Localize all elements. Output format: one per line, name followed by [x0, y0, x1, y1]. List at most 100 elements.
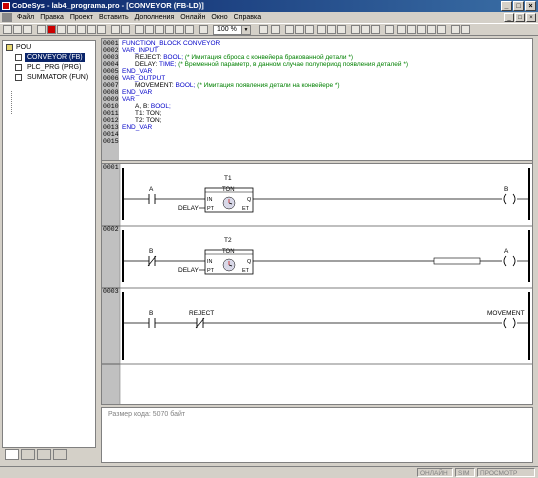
- help-icon[interactable]: [461, 25, 470, 34]
- pin-label: PT: [207, 268, 215, 274]
- maximize-button[interactable]: □: [513, 1, 524, 11]
- line-number: 0009: [103, 96, 119, 103]
- pin-label: PT: [207, 206, 215, 212]
- doc-minimize-button[interactable]: _: [504, 13, 514, 22]
- coil-movement: [503, 317, 516, 329]
- code-line: FUNCTION_BLOCK CONVEYOR: [122, 40, 221, 47]
- code-comment: (* Имитация сброса с конвейера бракованн…: [184, 54, 354, 61]
- cycle-icon[interactable]: [97, 25, 106, 34]
- menu-insert[interactable]: Вставить: [96, 12, 132, 23]
- line-numbers: 0001 0002 0003 0004 0005 0006 0007 0008 …: [102, 39, 119, 160]
- step-into-icon[interactable]: [87, 25, 96, 34]
- line-number: 0015: [103, 138, 119, 145]
- redo-icon[interactable]: [185, 25, 194, 34]
- run-icon[interactable]: [57, 25, 66, 34]
- return-icon[interactable]: [337, 25, 346, 34]
- tab-visualizations-icon[interactable]: [37, 449, 51, 460]
- line-number: 0005: [103, 68, 119, 75]
- tab-pous-icon[interactable]: [5, 449, 19, 460]
- status-sim: SIM: [455, 468, 475, 477]
- box-icon[interactable]: [417, 25, 426, 34]
- code-line: A, B: BOOL;: [135, 103, 171, 110]
- tree-root-pou[interactable]: POU: [16, 43, 31, 52]
- output-icon[interactable]: [407, 25, 416, 34]
- block-icon[interactable]: [385, 25, 394, 34]
- contact-icon[interactable]: [285, 25, 294, 34]
- new-icon[interactable]: [3, 25, 12, 34]
- tab-resources-icon[interactable]: [53, 449, 67, 460]
- paste-icon[interactable]: [155, 25, 164, 34]
- menu-window[interactable]: Окно: [208, 12, 230, 23]
- edge-icon[interactable]: [427, 25, 436, 34]
- timer-instance-label: T1: [224, 175, 232, 182]
- organizer-tabs: [2, 449, 96, 463]
- minimize-button[interactable]: _: [501, 1, 512, 11]
- jump-icon[interactable]: [327, 25, 336, 34]
- login-icon[interactable]: [37, 25, 46, 34]
- label-icon[interactable]: [437, 25, 446, 34]
- tree-item-conveyor[interactable]: CONVEYOR (FB): [25, 53, 85, 62]
- input-icon[interactable]: [397, 25, 406, 34]
- pin-label: IN: [207, 259, 213, 265]
- tab-datatypes-icon[interactable]: [21, 449, 35, 460]
- tree-item-summator[interactable]: SUMMATOR (FUN): [27, 73, 88, 82]
- pencil-icon[interactable]: [451, 25, 460, 34]
- coil-label: A: [504, 248, 509, 255]
- message-window: Размер кода: 5070 байт: [101, 407, 533, 463]
- status-view: ПРОСМОТР: [477, 468, 535, 477]
- var-type: BOOL;: [150, 103, 171, 110]
- tree-connector: [11, 91, 12, 114]
- ladder-editor[interactable]: 0001 0002 0003 A T1 TON IN PT Q ET DELAY…: [102, 164, 532, 404]
- menu-project[interactable]: Проект: [67, 12, 96, 23]
- contact-label: REJECT: [189, 310, 214, 317]
- chevron-down-icon[interactable]: ▼: [241, 26, 250, 34]
- folder-icon[interactable]: [6, 44, 13, 51]
- delete-icon[interactable]: [165, 25, 174, 34]
- save-icon[interactable]: [23, 25, 32, 34]
- print-icon[interactable]: [199, 25, 208, 34]
- message-text: Размер кода: 5070 байт: [108, 411, 186, 418]
- cut-icon[interactable]: [135, 25, 144, 34]
- zoom-select[interactable]: 100 % ▼: [213, 25, 251, 35]
- timer-type-label: TON: [222, 249, 235, 255]
- find-icon[interactable]: [111, 25, 120, 34]
- status-online: ОНЛАЙН: [417, 468, 453, 477]
- step-icon[interactable]: [77, 25, 86, 34]
- doc-close-button[interactable]: ×: [526, 13, 536, 22]
- line-number: 0006: [103, 75, 119, 82]
- pou-icon: [15, 74, 22, 81]
- network-after-icon[interactable]: [271, 25, 280, 34]
- code-line: END_VAR: [122, 89, 153, 96]
- menu-bar: Файл Правка Проект Вставить Дополнения О…: [0, 12, 538, 23]
- code-line: END_VAR: [122, 124, 153, 131]
- tree-item-plc-prg[interactable]: PLC_PRG (PRG): [27, 63, 81, 72]
- pou-icon: [15, 64, 22, 71]
- line-number: 0004: [103, 61, 119, 68]
- negate-icon[interactable]: [361, 25, 370, 34]
- declaration-editor[interactable]: 0001 0002 0003 0004 0005 0006 0007 0008 …: [102, 39, 532, 160]
- copy-icon[interactable]: [145, 25, 154, 34]
- set-reset-icon[interactable]: [371, 25, 380, 34]
- function-block-icon[interactable]: [305, 25, 314, 34]
- menu-online[interactable]: Онлайн: [177, 12, 208, 23]
- breakpoint-icon[interactable]: [67, 25, 76, 34]
- coil-icon[interactable]: [317, 25, 326, 34]
- doc-restore-button[interactable]: □: [515, 13, 525, 22]
- close-button[interactable]: ×: [525, 1, 536, 11]
- find-next-icon[interactable]: [121, 25, 130, 34]
- network-before-icon[interactable]: [259, 25, 268, 34]
- pin-label: Q: [247, 197, 252, 203]
- var-type: TIME;: [158, 61, 177, 68]
- menu-file[interactable]: Файл: [14, 12, 37, 23]
- undo-icon[interactable]: [175, 25, 184, 34]
- comment-icon[interactable]: [351, 25, 360, 34]
- parallel-contact-icon[interactable]: [295, 25, 304, 34]
- open-icon[interactable]: [13, 25, 22, 34]
- menu-edit[interactable]: Правка: [37, 12, 67, 23]
- document-icon[interactable]: [2, 13, 12, 22]
- pou-icon: [15, 54, 22, 61]
- stop-icon[interactable]: [47, 25, 56, 34]
- menu-help[interactable]: Справка: [231, 12, 264, 23]
- menu-extras[interactable]: Дополнения: [132, 12, 178, 23]
- coil-a: [503, 255, 516, 267]
